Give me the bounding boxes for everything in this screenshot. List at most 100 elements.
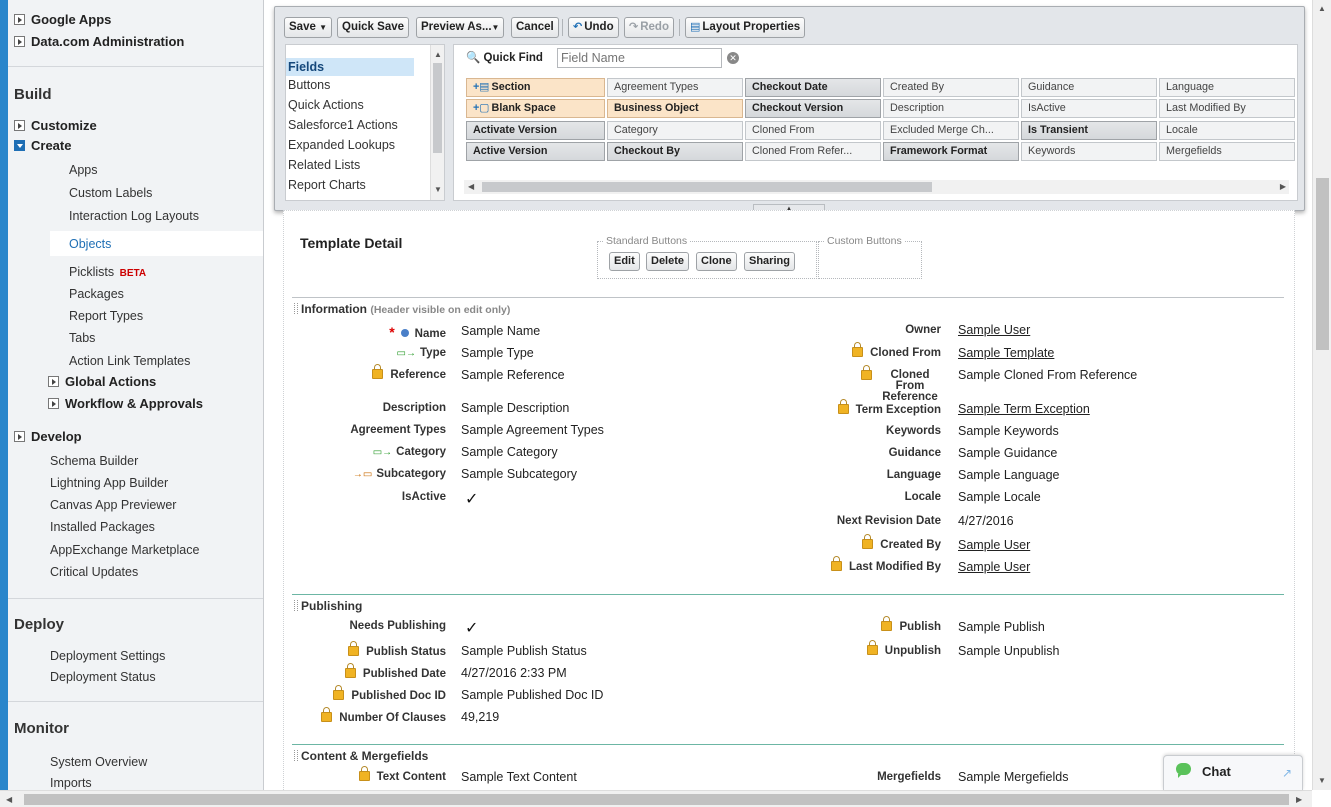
field-label-published-date[interactable]: Published Date: [286, 663, 446, 680]
clone-button[interactable]: Clone: [696, 252, 737, 271]
field-label-next-revision-date[interactable]: Next Revision Date: [781, 515, 941, 527]
field-label-category[interactable]: ▭→ Category: [286, 446, 446, 458]
field-label-cloned-from[interactable]: Cloned From: [781, 342, 941, 359]
field-label-created-by[interactable]: Created By: [781, 534, 941, 551]
expand-icon[interactable]: [48, 376, 59, 387]
palette-horizontal-scrollbar[interactable]: ◀ ▶: [464, 180, 1289, 194]
sidebar-item-create[interactable]: Create: [14, 137, 71, 155]
quick-save-button[interactable]: Quick Save: [337, 17, 410, 38]
section-header-information[interactable]: Information (Header visible on edit only…: [294, 302, 510, 316]
sidebar-link-picklists[interactable]: Picklists BETA: [69, 263, 146, 283]
scroll-left-arrow-icon[interactable]: ◀: [6, 795, 12, 804]
palette-field[interactable]: Locale: [1159, 121, 1295, 140]
palette-field[interactable]: Activate Version: [466, 121, 605, 140]
layout-properties-button[interactable]: ▤ Layout Properties: [685, 17, 806, 38]
page-vertical-scrollbar[interactable]: ▲ ▼: [1312, 0, 1331, 790]
field-label-unpublish[interactable]: Unpublish: [781, 640, 941, 657]
field-label-needs-publishing[interactable]: Needs Publishing: [286, 620, 447, 632]
palette-field[interactable]: Mergefields: [1159, 142, 1295, 161]
field-label-mergefields[interactable]: Mergefields: [781, 771, 941, 783]
palette-field[interactable]: Checkout Version: [745, 99, 881, 118]
scroll-thumb[interactable]: [24, 794, 1289, 805]
sidebar-link-canvas-app-previewer[interactable]: Canvas App Previewer: [50, 496, 176, 514]
scroll-thumb[interactable]: [482, 182, 932, 192]
palette-field-section[interactable]: +▤ Section: [466, 78, 605, 97]
palette-field[interactable]: Is Transient: [1021, 121, 1157, 140]
sidebar-link-deployment-status[interactable]: Deployment Status: [50, 668, 156, 686]
redo-button[interactable]: ↷ Redo: [624, 17, 674, 38]
drag-handle-icon[interactable]: [294, 600, 298, 611]
expand-icon[interactable]: [14, 431, 25, 442]
palette-field[interactable]: IsActive: [1021, 99, 1157, 118]
expand-icon[interactable]: [48, 398, 59, 409]
scroll-right-arrow-icon[interactable]: ▶: [1280, 182, 1286, 191]
sidebar-item-workflow[interactable]: Workflow & Approvals: [48, 395, 203, 413]
field-label-text-content[interactable]: Text Content: [286, 766, 446, 783]
chat-widget[interactable]: Chat ↗: [1163, 755, 1303, 790]
scroll-thumb[interactable]: [433, 63, 442, 153]
field-label-published-doc-id[interactable]: Published Doc ID: [286, 685, 446, 702]
palette-field[interactable]: Cloned From: [745, 121, 881, 140]
cancel-button[interactable]: Cancel: [511, 17, 559, 38]
palette-field[interactable]: Checkout By: [607, 142, 743, 161]
sidebar-item-google-apps[interactable]: Google Apps: [14, 11, 111, 29]
sharing-button[interactable]: Sharing: [744, 252, 795, 271]
preview-as-button[interactable]: Preview As...▼: [416, 17, 505, 38]
palette-category-buttons[interactable]: Buttons: [286, 76, 414, 94]
scroll-down-arrow-icon[interactable]: ▼: [434, 185, 442, 194]
field-label-last-modified-by[interactable]: Last Modified By: [781, 556, 941, 573]
sidebar-item-global-actions[interactable]: Global Actions: [48, 373, 156, 391]
expand-icon[interactable]: ↗: [1282, 766, 1292, 780]
undo-button[interactable]: ↶ Undo: [568, 17, 619, 38]
sidebar-link-custom-labels[interactable]: Custom Labels: [69, 184, 152, 202]
sidebar-link-imports[interactable]: Imports: [50, 774, 92, 790]
palette-category-fields[interactable]: Fields: [286, 58, 414, 76]
field-label-publish[interactable]: Publish: [781, 616, 941, 633]
page-horizontal-scrollbar[interactable]: ◀ ▶: [0, 790, 1312, 807]
sidebar-link-packages[interactable]: Packages: [69, 285, 124, 303]
palette-field[interactable]: Last Modified By: [1159, 99, 1295, 118]
field-label-keywords[interactable]: Keywords: [781, 425, 941, 437]
palette-field-blank-space[interactable]: +▢ Blank Space: [466, 99, 605, 118]
sidebar-link-installed-packages[interactable]: Installed Packages: [50, 518, 155, 536]
palette-field[interactable]: Checkout Date: [745, 78, 881, 97]
sidebar-link-appexchange[interactable]: AppExchange Marketplace: [50, 541, 199, 559]
scroll-left-arrow-icon[interactable]: ◀: [468, 182, 474, 191]
sidebar-link-system-overview[interactable]: System Overview: [50, 753, 147, 771]
palette-field[interactable]: Business Object: [607, 99, 743, 118]
scroll-down-arrow-icon[interactable]: ▼: [1318, 776, 1326, 785]
sidebar-link-lightning-app-builder[interactable]: Lightning App Builder: [50, 474, 168, 492]
sidebar-link-schema-builder[interactable]: Schema Builder: [50, 452, 138, 470]
palette-field[interactable]: Active Version: [466, 142, 605, 161]
palette-field[interactable]: Created By: [883, 78, 1019, 97]
palette-category-quick-actions[interactable]: Quick Actions: [286, 96, 414, 114]
expand-icon[interactable]: [14, 120, 25, 131]
palette-field[interactable]: Language: [1159, 78, 1295, 97]
palette-category-salesforce1-actions[interactable]: Salesforce1 Actions: [286, 116, 414, 134]
sidebar-link-interaction-log-layouts[interactable]: Interaction Log Layouts: [69, 207, 199, 225]
palette-field[interactable]: Guidance: [1021, 78, 1157, 97]
sidebar-link-report-types[interactable]: Report Types: [69, 307, 143, 325]
delete-button[interactable]: Delete: [646, 252, 690, 271]
scroll-right-arrow-icon[interactable]: ▶: [1296, 795, 1302, 804]
category-scrollbar[interactable]: ▲ ▼: [430, 45, 444, 200]
edit-button[interactable]: Edit: [609, 252, 640, 271]
field-label-publish-status[interactable]: Publish Status: [286, 641, 446, 658]
quick-find-input[interactable]: [557, 48, 722, 68]
palette-category-report-charts[interactable]: Report Charts: [286, 176, 414, 194]
save-button[interactable]: Save ▼: [284, 17, 332, 38]
palette-field[interactable]: Keywords: [1021, 142, 1157, 161]
palette-category-expanded-lookups[interactable]: Expanded Lookups: [286, 136, 414, 154]
field-label-term-exception[interactable]: Term Exception: [781, 399, 941, 416]
scroll-thumb[interactable]: [1316, 178, 1329, 350]
sidebar-link-deployment-settings[interactable]: Deployment Settings: [50, 647, 165, 665]
field-label-description[interactable]: Description: [286, 402, 446, 414]
sidebar-item-customize[interactable]: Customize: [14, 117, 97, 135]
field-label-name[interactable]: * Name: [286, 324, 446, 340]
palette-field[interactable]: Cloned From Refer...: [745, 142, 881, 161]
palette-field[interactable]: Description: [883, 99, 1019, 118]
clear-search-icon[interactable]: ✕: [727, 52, 739, 64]
field-label-agreement-types[interactable]: Agreement Types: [286, 424, 446, 436]
field-label-owner[interactable]: Owner: [781, 324, 941, 336]
palette-field[interactable]: Category: [607, 121, 743, 140]
